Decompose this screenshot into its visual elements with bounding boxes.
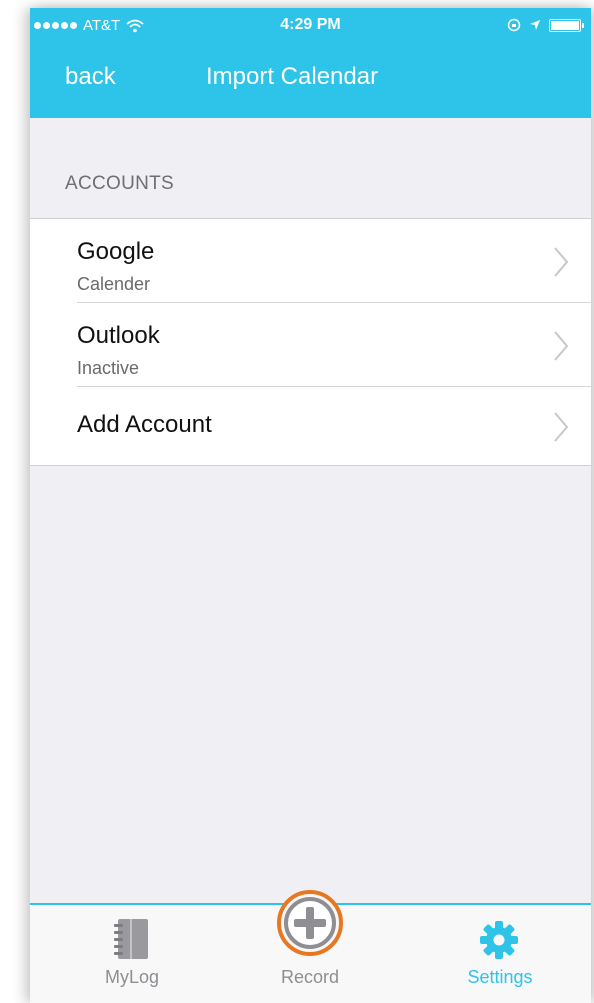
accounts-list: Google Calender Outlook Inactive Add Acc… bbox=[30, 218, 591, 466]
phone-screen: AT&T 4:29 PM back Import Calendar ACCOUN… bbox=[30, 8, 591, 1003]
rotation-lock-icon bbox=[507, 18, 521, 32]
page-title: Import Calendar bbox=[206, 63, 379, 90]
list-item-title: Outlook bbox=[77, 322, 160, 349]
tab-mylog[interactable]: MyLog bbox=[62, 905, 202, 1003]
chevron-right-icon bbox=[554, 331, 569, 361]
list-item-add-account[interactable]: Add Account bbox=[30, 387, 591, 465]
list-item-google[interactable]: Google Calender bbox=[30, 219, 591, 303]
status-indicators bbox=[507, 18, 584, 32]
chevron-right-icon bbox=[554, 247, 569, 277]
chevron-right-icon bbox=[554, 412, 569, 442]
list-item-title: Add Account bbox=[77, 411, 212, 438]
tab-label: MyLog bbox=[104, 967, 160, 987]
tab-settings[interactable]: Settings bbox=[430, 905, 570, 1003]
battery-icon bbox=[549, 18, 584, 32]
plus-circle-icon bbox=[277, 890, 343, 956]
list-item-subtitle: Calender bbox=[77, 274, 151, 294]
tab-bar: MyLog Record Settings bbox=[30, 890, 591, 1003]
tab-record[interactable]: Record bbox=[240, 890, 380, 1003]
tab-label: Record bbox=[280, 967, 340, 987]
accounts-section-header: ACCOUNTS bbox=[65, 173, 175, 194]
gear-icon bbox=[480, 921, 518, 959]
back-button[interactable]: back bbox=[65, 63, 116, 91]
navigation-bar: AT&T 4:29 PM back Import Calendar bbox=[30, 8, 591, 118]
list-item-subtitle: Inactive bbox=[77, 358, 140, 378]
tab-label: Settings bbox=[467, 967, 533, 987]
status-bar: AT&T 4:29 PM bbox=[30, 8, 591, 46]
list-item-outlook[interactable]: Outlook Inactive bbox=[30, 303, 591, 387]
list-item-title: Google bbox=[77, 238, 155, 265]
notebook-icon bbox=[114, 919, 148, 959]
location-arrow-icon bbox=[530, 20, 540, 30]
